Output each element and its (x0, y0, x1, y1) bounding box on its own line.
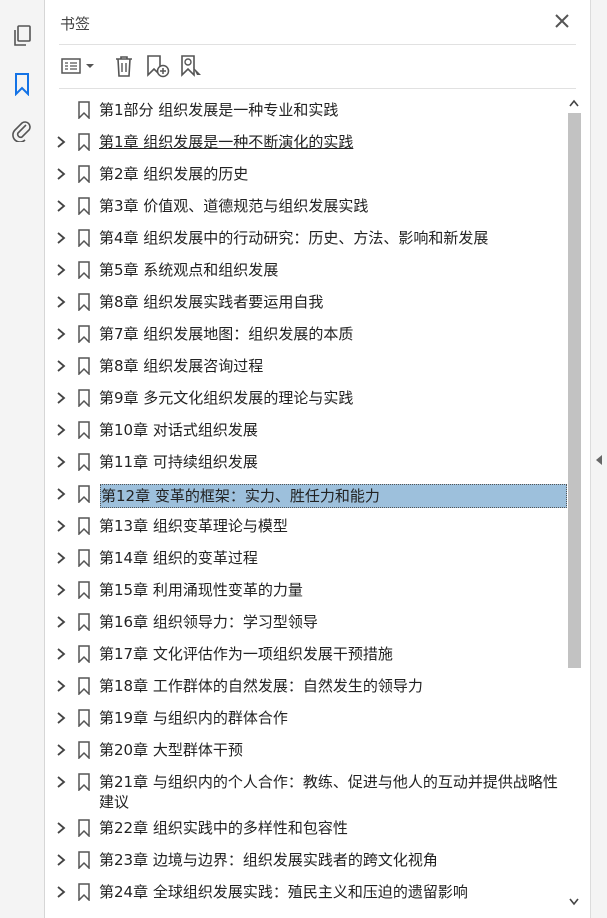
scrollbar-thumb[interactable] (568, 113, 581, 668)
scroll-up-icon[interactable] (569, 99, 579, 107)
chevron-right-icon[interactable] (55, 424, 67, 436)
collapse-arrow-icon[interactable] (595, 454, 603, 466)
options-menu-button[interactable] (61, 52, 97, 80)
bookmark-label: 第3章 价值观、道德规范与组织发展实践 (99, 197, 369, 215)
bookmark-label: 第18章 工作群体的自然发展：自然发生的领导力 (99, 677, 423, 695)
new-bookmark-button[interactable] (145, 52, 171, 80)
bookmark-label: 第7章 组织发展地图：组织发展的本质 (99, 325, 354, 343)
bookmark-label: 第8章 组织发展咨询过程 (99, 357, 264, 375)
bookmark-icon (78, 485, 90, 503)
chevron-right-icon[interactable] (55, 264, 67, 276)
chevron-right-icon[interactable] (55, 776, 67, 788)
bookmark-label: 第14章 组织的变革过程 (99, 549, 258, 567)
pages-icon[interactable] (8, 22, 36, 50)
bookmark-label: 第10章 对话式组织发展 (99, 421, 258, 439)
divider (59, 88, 576, 89)
panel-title: 书签 (60, 15, 91, 33)
chevron-right-icon[interactable] (55, 680, 67, 692)
bookmark-label: 第13章 组织变革理论与模型 (99, 517, 288, 535)
delete-bookmark-button[interactable] (113, 52, 135, 80)
bookmark-icon (78, 741, 90, 759)
bookmark-label: 第21章 与组织内的个人合作：教练、促进与他人的互动并提供战略性建议 (99, 773, 558, 811)
bookmark-label: 第15章 利用涌现性变革的力量 (99, 581, 303, 599)
bookmark-icon (78, 101, 90, 119)
scroll-down-icon[interactable] (569, 898, 579, 906)
bookmark-label: 第16章 组织领导力：学习型领导 (99, 613, 318, 631)
trash-icon (116, 56, 132, 77)
bookmark-label: 第19章 与组织内的群体合作 (99, 709, 288, 727)
bookmark-icon (78, 229, 90, 247)
chevron-right-icon[interactable] (55, 296, 67, 308)
bookmark-label: 第11章 可持续组织发展 (99, 453, 258, 471)
bookmark-icon (78, 709, 90, 727)
bookmark-label: 第2章 组织发展的历史 (99, 165, 249, 183)
chevron-right-icon[interactable] (55, 552, 67, 564)
chevron-right-icon[interactable] (55, 168, 67, 180)
bookmark-icon (78, 261, 90, 279)
navigation-rail (0, 0, 45, 918)
bookmark-label: 第12章 变革的框架：实力、胜任力和能力 (100, 484, 567, 508)
bookmark-label: 第4章 组织发展中的行动研究：历史、方法、影响和新发展 (99, 229, 489, 247)
divider (59, 44, 576, 45)
chevron-right-icon[interactable] (55, 854, 67, 866)
bookmark-label: 第8章 组织发展实践者要运用自我 (99, 293, 324, 311)
chevron-right-icon[interactable] (55, 744, 67, 756)
bookmark-label: 第1部分 组织发展是一种专业和实践 (99, 101, 339, 119)
bookmark-icon (78, 165, 90, 183)
find-bookmark-button[interactable] (179, 52, 205, 80)
bookmark-search-icon (181, 55, 201, 77)
bookmark-toolbar (59, 52, 579, 82)
chevron-right-icon[interactable] (55, 822, 67, 834)
bookmark-icon (78, 325, 90, 343)
scrollbar[interactable] (566, 95, 582, 918)
bookmark-icon (78, 357, 90, 375)
bookmark-label: 第20章 大型群体干预 (99, 741, 243, 759)
chevron-right-icon[interactable] (55, 200, 67, 212)
bookmark-label: 第5章 系统观点和组织发展 (99, 261, 279, 279)
panel-collapse-strip[interactable] (590, 0, 607, 918)
bookmark-label: 第1章 组织发展是一种不断演化的实践 (99, 133, 354, 151)
bookmark-label: 第22章 组织实践中的多样性和包容性 (99, 819, 348, 837)
bookmark-icon (78, 549, 90, 567)
bookmark-label: 第9章 多元文化组织发展的理论与实践 (99, 389, 354, 407)
bookmark-icon (78, 421, 90, 439)
bookmark-list: 第1部分 组织发展是一种专业和实践 第1章 组织发展是一种不断演化的实践 第2章 组… (45, 95, 567, 918)
chevron-right-icon[interactable] (55, 712, 67, 724)
bookmark-icon (78, 517, 90, 535)
bookmark-icon (78, 197, 90, 215)
chevron-right-icon[interactable] (55, 328, 67, 340)
chevron-right-icon[interactable] (55, 136, 67, 148)
chevron-right-icon[interactable] (55, 488, 67, 500)
chevron-right-icon[interactable] (55, 886, 67, 898)
bookmark-icon (78, 613, 90, 631)
bookmark-icon[interactable] (8, 70, 36, 98)
chevron-right-icon[interactable] (55, 616, 67, 628)
bookmark-icon (78, 645, 90, 663)
bookmark-icon (78, 293, 90, 311)
bookmark-icon (78, 581, 90, 599)
bookmark-icon (78, 389, 90, 407)
chevron-right-icon[interactable] (55, 360, 67, 372)
bookmark-icon (78, 453, 90, 471)
bookmark-icon (78, 851, 90, 869)
chevron-right-icon[interactable] (55, 392, 67, 404)
chevron-right-icon[interactable] (55, 648, 67, 660)
bookmark-icon (78, 773, 90, 791)
bookmark-label: 第23章 边境与边界：组织发展实践者的跨文化视角 (99, 851, 438, 869)
add-bookmark-icon (147, 55, 170, 78)
chevron-right-icon[interactable] (55, 520, 67, 532)
chevron-right-icon[interactable] (55, 584, 67, 596)
bookmark-label: 第24章 全球组织发展实践：殖民主义和压迫的遗留影响 (99, 883, 468, 901)
bookmark-label: 第17章 文化评估作为一项组织发展干预措施 (99, 645, 393, 663)
options-list-icon (61, 58, 94, 74)
bookmark-icon (78, 819, 90, 837)
chevron-right-icon[interactable] (55, 456, 67, 468)
chevron-right-icon[interactable] (55, 232, 67, 244)
bookmarks-panel: 书签 第1部分 组织发展是一种专业和实践 第1章 组织发展是一种不断演化的实践 … (45, 0, 590, 918)
bookmark-icon (78, 677, 90, 695)
close-icon[interactable] (553, 12, 571, 30)
bookmark-icon (78, 883, 90, 901)
bookmark-icon (78, 133, 90, 151)
attachment-icon[interactable] (8, 116, 36, 144)
